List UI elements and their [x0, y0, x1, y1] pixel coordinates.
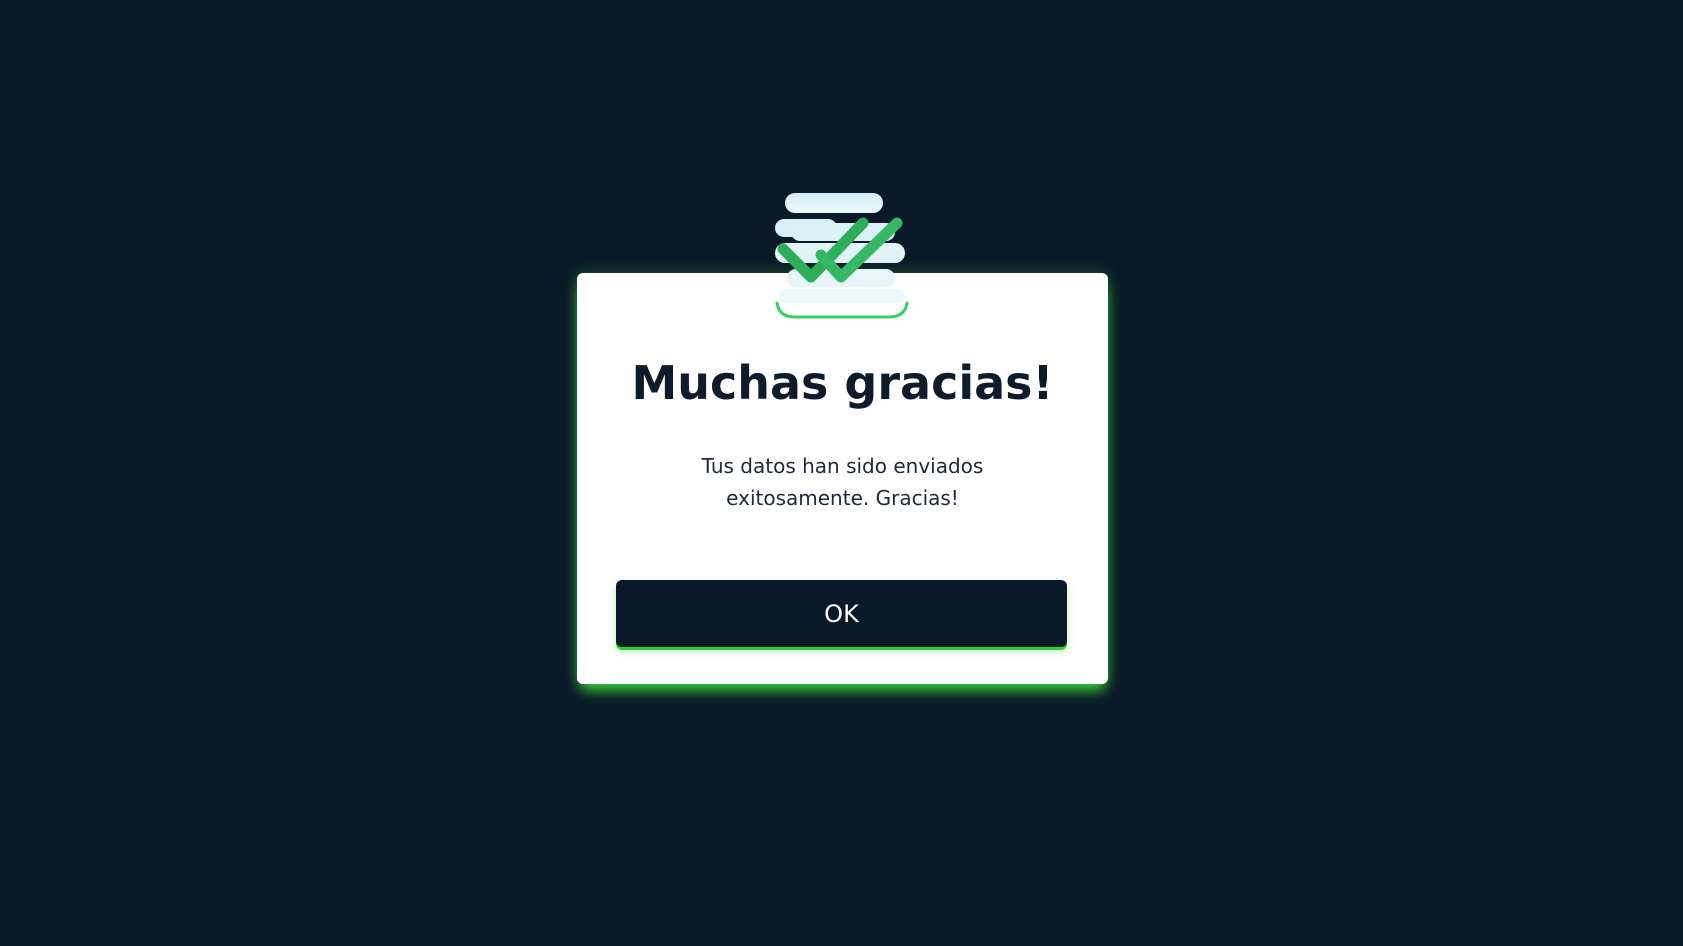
- screen-background: Muchas gracias! Tus datos han sido envia…: [0, 0, 1683, 946]
- dialog-message: Tus datos han sido enviados exitosamente…: [701, 454, 984, 510]
- double-check-icon: [775, 193, 909, 321]
- success-dialog: Muchas gracias! Tus datos han sido envia…: [577, 273, 1108, 684]
- dialog-title: Muchas gracias!: [631, 356, 1054, 410]
- ok-button[interactable]: OK: [616, 580, 1067, 647]
